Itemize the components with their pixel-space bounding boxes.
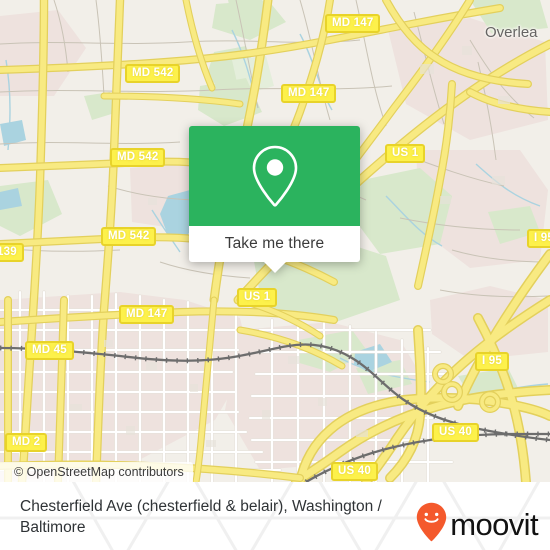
take-me-there-button[interactable]: Take me there [225,235,325,253]
road-shield: MD 542 [101,227,157,246]
place-label-overlea: Overlea [485,24,538,41]
road-shield: US 1 [237,288,278,307]
footer-bar: Chesterfield Ave (chesterfield & belair)… [0,482,550,550]
popup-footer[interactable]: Take me there [189,226,360,273]
road-shield: US 40 [331,462,378,481]
moovit-wordmark: moovit [450,507,538,542]
location-title: Chesterfield Ave (chesterfield & belair)… [20,498,382,536]
road-shield: MD 147 [325,14,381,33]
osm-attribution[interactable]: © OpenStreetMap contributors [0,462,193,482]
road-shield: MD 147 [281,84,337,103]
popup-pointer-tail [263,262,286,273]
road-shield: MD 147 [119,305,175,324]
road-shield: 139 [0,243,24,262]
popup-header [189,126,360,226]
road-shield: MD 2 [5,433,48,452]
moovit-smiley-pin-icon [416,502,447,547]
moovit-logo[interactable]: moovit [416,502,539,547]
map-canvas[interactable]: .land { fill:#f2efe9; } .res { fill:#eee… [0,0,550,482]
location-popup-card[interactable]: Take me there [189,126,360,273]
road-shield: US 40 [432,423,479,442]
road-shield: MD 542 [110,148,166,167]
road-shield: MD 45 [25,341,74,360]
road-shield: US 1 [385,144,426,163]
moovit-map-screenshot: .land { fill:#f2efe9; } .res { fill:#eee… [0,0,550,550]
road-shield: I 95 [475,352,509,371]
road-shield: I 95 [527,229,550,248]
road-shield: MD 542 [125,64,181,83]
map-pin-icon [247,143,303,209]
